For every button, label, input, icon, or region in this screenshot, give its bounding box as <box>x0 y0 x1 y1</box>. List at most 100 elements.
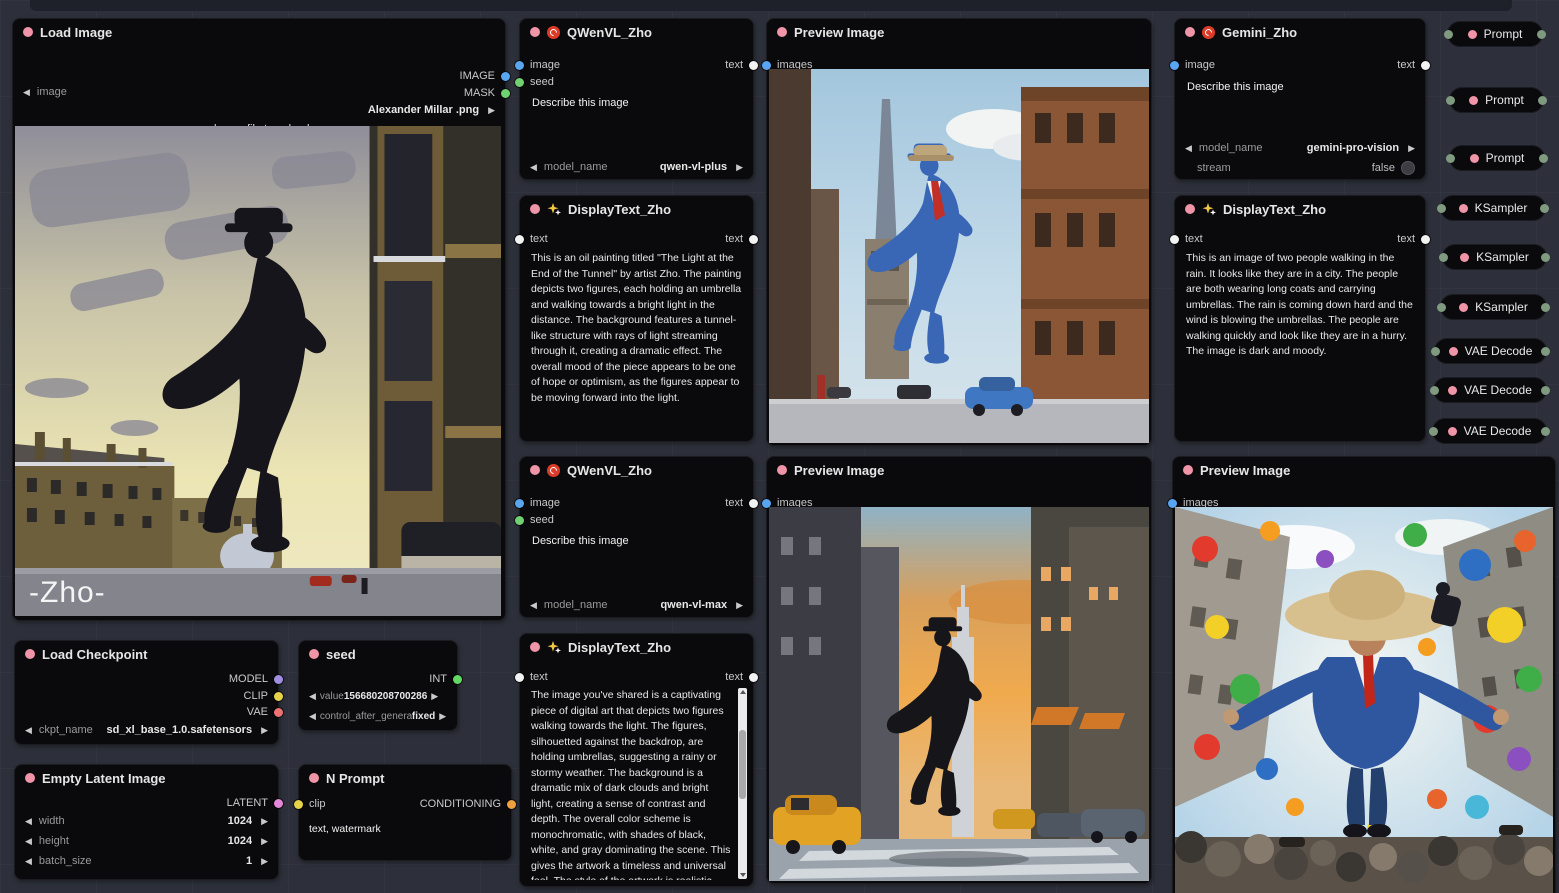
text-input-port[interactable]: text <box>515 670 548 684</box>
node-title-bar[interactable]: Preview Image <box>1173 457 1555 483</box>
display-text-area[interactable]: This is an image of two people walking i… <box>1186 251 1415 433</box>
node-displaytext-1[interactable]: DisplayText_Zho text text This is an oil… <box>519 195 754 442</box>
node-title-bar[interactable]: Load Checkpoint <box>15 641 278 667</box>
prev-arrow-icon[interactable]: ◀ <box>1185 143 1192 154</box>
output-port-dot[interactable] <box>1539 154 1548 163</box>
node-load-checkpoint[interactable]: Load Checkpoint MODEL CLIP VAE ◀ ckpt_na… <box>14 640 279 745</box>
node-load-image[interactable]: Load Image IMAGE MASK ◀ image Alexander … <box>12 18 506 621</box>
next-arrow-icon[interactable]: ▶ <box>261 816 268 827</box>
output-port-dot[interactable] <box>1537 30 1546 39</box>
output-port-dot[interactable] <box>1538 96 1547 105</box>
next-arrow-icon[interactable]: ▶ <box>439 711 446 722</box>
node-n-prompt[interactable]: N Prompt clip CONDITIONING text, waterma… <box>298 764 512 861</box>
prev-arrow-icon[interactable]: ◀ <box>530 600 537 611</box>
next-arrow-icon[interactable]: ▶ <box>488 105 495 116</box>
text-output-port[interactable]: text <box>1397 58 1430 72</box>
node-prompt-collapsed-1[interactable]: Prompt <box>1447 21 1543 47</box>
node-ksampler-collapsed-1[interactable]: KSampler <box>1440 195 1546 221</box>
input-port-dot[interactable] <box>1437 303 1446 312</box>
node-title-bar[interactable]: N Prompt <box>299 765 511 791</box>
scroll-up-icon[interactable] <box>740 690 746 694</box>
image-input-port[interactable]: image <box>1170 58 1215 72</box>
batch-size-widget[interactable]: ◀ batch_size 1 ▶ <box>25 853 268 869</box>
display-text-area[interactable]: This is an oil painting titled "The Ligh… <box>531 251 743 433</box>
next-arrow-icon[interactable]: ▶ <box>736 162 743 173</box>
output-port-dot[interactable] <box>1541 427 1550 436</box>
model-name-widget[interactable]: ◀ model_name qwen-vl-plus ▶ <box>530 159 743 175</box>
node-seed[interactable]: seed INT ◀ value 156680208700286 ▶ ◀ con… <box>298 640 458 731</box>
text-output-port[interactable]: text <box>725 232 758 246</box>
prompt-textarea[interactable]: Describe this image <box>532 535 629 547</box>
node-qwenvl-1[interactable]: QWenVL_Zho image seed text Describe this… <box>519 18 754 180</box>
prompt-textarea[interactable]: Describe this image <box>1187 81 1284 93</box>
node-preview-3[interactable]: Preview Image images <box>1172 456 1556 893</box>
clip-output-port[interactable]: CLIP <box>244 689 283 703</box>
node-displaytext-3[interactable]: DisplayText_Zho text text This is an ima… <box>1174 195 1426 442</box>
text-input-port[interactable]: text <box>1170 232 1203 246</box>
node-qwenvl-2[interactable]: QWenVL_Zho image seed text Describe this… <box>519 456 754 618</box>
control-after-generate-widget[interactable]: ◀ control_after_generate fixed ▶ <box>309 708 447 724</box>
node-gemini[interactable]: Gemini_Zho image text Describe this imag… <box>1174 18 1426 180</box>
node-title-bar[interactable]: DisplayText_Zho <box>1175 196 1425 222</box>
latent-output-port[interactable]: LATENT <box>227 796 283 810</box>
node-title-bar[interactable]: Empty Latent Image <box>15 765 278 791</box>
image-input-port[interactable]: image <box>515 58 560 72</box>
node-title-bar[interactable]: Preview Image <box>767 19 1151 45</box>
next-arrow-icon[interactable]: ▶ <box>261 836 268 847</box>
seed-value-widget[interactable]: ◀ value 156680208700286 ▶ <box>309 688 447 704</box>
prev-arrow-icon[interactable]: ◀ <box>309 711 316 722</box>
node-vae-decode-collapsed-3[interactable]: VAE Decode <box>1432 418 1547 444</box>
image-file-widget[interactable]: ◀ image <box>23 84 495 100</box>
input-port-dot[interactable] <box>1439 253 1448 262</box>
model-name-widget[interactable]: ◀ model_name qwen-vl-max ▶ <box>530 597 743 613</box>
input-port-dot[interactable] <box>1430 386 1439 395</box>
node-title-bar[interactable]: seed <box>299 641 457 667</box>
prev-arrow-icon[interactable]: ◀ <box>25 856 32 867</box>
next-arrow-icon[interactable]: ▶ <box>1408 143 1415 154</box>
prev-arrow-icon[interactable]: ◀ <box>309 691 316 702</box>
node-vae-decode-collapsed-1[interactable]: VAE Decode <box>1434 338 1547 364</box>
text-output-port[interactable]: text <box>1397 232 1430 246</box>
output-port-dot[interactable] <box>1541 303 1550 312</box>
model-output-port[interactable]: MODEL <box>229 672 283 686</box>
node-title-bar[interactable]: Preview Image <box>767 457 1151 483</box>
seed-input-port[interactable]: seed <box>515 75 554 89</box>
vae-output-port[interactable]: VAE <box>247 705 283 719</box>
input-port-dot[interactable] <box>1444 30 1453 39</box>
image-output-port[interactable]: IMAGE <box>460 69 510 83</box>
output-port-dot[interactable] <box>1541 253 1550 262</box>
node-preview-2[interactable]: Preview Image images <box>766 456 1152 884</box>
width-widget[interactable]: ◀ width 1024 ▶ <box>25 813 268 829</box>
height-widget[interactable]: ◀ height 1024 ▶ <box>25 833 268 849</box>
output-port-dot[interactable] <box>1541 347 1550 356</box>
prev-arrow-icon[interactable]: ◀ <box>25 725 32 736</box>
next-arrow-icon[interactable]: ▶ <box>261 856 268 867</box>
input-port-dot[interactable] <box>1429 427 1438 436</box>
text-output-port[interactable]: text <box>725 670 758 684</box>
model-name-widget[interactable]: ◀ model_name gemini-pro-vision ▶ <box>1185 140 1415 156</box>
scrollbar[interactable] <box>738 688 747 879</box>
node-title-bar[interactable]: DisplayText_Zho <box>520 196 753 222</box>
prev-arrow-icon[interactable]: ◀ <box>530 162 537 173</box>
display-text-area[interactable]: The image you've shared is a captivating… <box>531 688 731 880</box>
output-port-dot[interactable] <box>1541 386 1550 395</box>
node-graph-canvas[interactable]: Load Image IMAGE MASK ◀ image Alexander … <box>0 0 1559 893</box>
next-arrow-icon[interactable]: ▶ <box>736 600 743 611</box>
output-port-dot[interactable] <box>1540 204 1549 213</box>
prompt-textarea[interactable]: Describe this image <box>532 97 629 109</box>
negative-prompt-textarea[interactable]: text, watermark <box>309 823 381 835</box>
node-ksampler-collapsed-3[interactable]: KSampler <box>1440 294 1547 320</box>
node-title-bar[interactable]: QWenVL_Zho <box>520 457 753 483</box>
scrollbar-thumb[interactable] <box>739 730 746 799</box>
node-title-bar[interactable]: DisplayText_Zho <box>520 634 753 660</box>
node-title-bar[interactable]: Gemini_Zho <box>1175 19 1425 45</box>
image-file-value-row[interactable]: Alexander Millar .png ▶ <box>23 102 495 118</box>
input-port-dot[interactable] <box>1446 154 1455 163</box>
prev-arrow-icon[interactable]: ◀ <box>23 87 30 98</box>
node-vae-decode-collapsed-2[interactable]: VAE Decode <box>1433 377 1547 403</box>
next-arrow-icon[interactable]: ▶ <box>261 725 268 736</box>
next-arrow-icon[interactable]: ▶ <box>431 691 438 702</box>
int-output-port[interactable]: INT <box>429 672 462 686</box>
node-title-bar[interactable]: QWenVL_Zho <box>520 19 753 45</box>
stream-toggle-widget[interactable]: stream false <box>1185 160 1415 176</box>
